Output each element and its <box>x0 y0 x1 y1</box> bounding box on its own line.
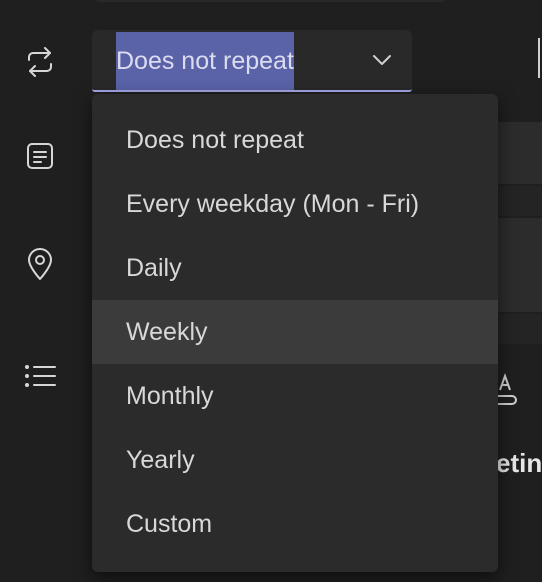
recurrence-option-weekly[interactable]: Weekly <box>92 300 498 364</box>
recurrence-option-yearly[interactable]: Yearly <box>92 428 498 492</box>
background-divider-line <box>538 38 540 78</box>
recurrence-selected-value: Does not repeat <box>116 32 294 90</box>
recurrence-option-every-weekday[interactable]: Every weekday (Mon - Fri) <box>92 172 498 236</box>
recurrence-option-does-not-repeat[interactable]: Does not repeat <box>92 108 498 172</box>
title-field-bottom <box>94 0 446 2</box>
recurrence-option-custom[interactable]: Custom <box>92 492 498 556</box>
recurrence-select[interactable]: Does not repeat <box>92 30 412 92</box>
location-icon <box>22 246 58 282</box>
recurrence-option-monthly[interactable]: Monthly <box>92 364 498 428</box>
notes-icon <box>22 138 58 174</box>
recurrence-option-daily[interactable]: Daily <box>92 236 498 300</box>
recurrence-dropdown-menu: Does not repeat Every weekday (Mon - Fri… <box>92 94 498 572</box>
background-title-text: etin <box>496 448 542 478</box>
repeat-icon <box>22 44 58 80</box>
chevron-down-icon <box>372 53 392 67</box>
list-icon <box>22 358 58 394</box>
meeting-form: etin Does not repeat Does not repeat Eve… <box>0 0 542 582</box>
